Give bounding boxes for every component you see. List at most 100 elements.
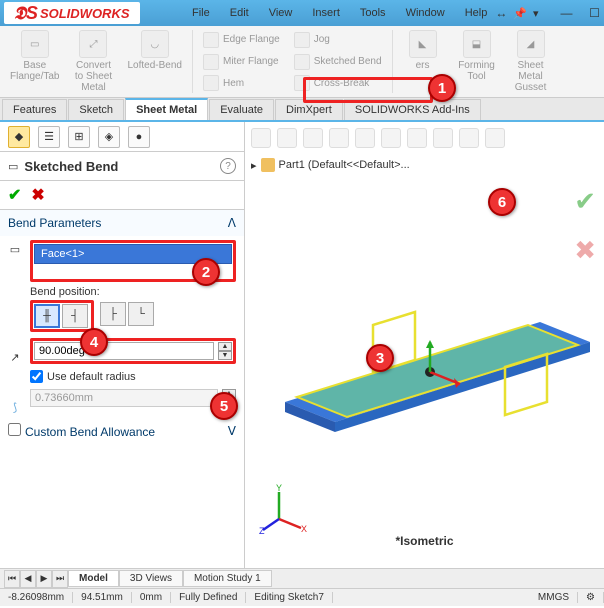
tab-scroll-next[interactable]: ▶ <box>36 570 52 588</box>
status-z: 0mm <box>132 592 171 603</box>
confirm-row: ✔ ✖ <box>0 181 244 210</box>
tab-sketch[interactable]: Sketch <box>68 99 124 120</box>
viewport-toolbar <box>245 122 604 154</box>
tab-scroll-first[interactable]: ⏮ <box>4 570 20 588</box>
app-logo: 𝕯S SOLIDWORKS <box>4 2 140 24</box>
ribbon-label: Convert to Sheet Metal <box>75 60 112 93</box>
convert-icon: ⤢ <box>79 30 107 58</box>
bend-radius-input <box>30 389 218 407</box>
bottom-tab-strip: ⏮ ◀ ▶ ⏭ Model 3D Views Motion Study 1 <box>0 568 604 588</box>
bottom-tab-model[interactable]: Model <box>68 570 119 587</box>
lofted-icon: ◡ <box>141 30 169 58</box>
hem-icon <box>203 75 219 91</box>
callout-3: 3 <box>366 344 394 372</box>
feature-tree[interactable]: ▸ Part1 (Default<<Default>... <box>251 158 410 172</box>
cancel-button[interactable]: ✖ <box>31 185 44 205</box>
custom-allowance-header[interactable]: Custom Bend Allowance ᐯ <box>0 417 244 445</box>
menu-window[interactable]: Window <box>398 5 453 21</box>
angle-icon: ↗ <box>6 348 24 366</box>
ribbon-label: Sheet Metal Gusset <box>515 60 547 93</box>
menu-help[interactable]: Help <box>457 5 496 21</box>
ribbon-lofted[interactable]: ◡ Lofted-Bend <box>123 30 186 93</box>
ribbon-miter-flange[interactable]: Miter Flange <box>199 52 284 72</box>
tab-sheet-metal[interactable]: Sheet Metal <box>125 98 208 120</box>
panel-tab-render[interactable]: ● <box>128 126 150 148</box>
bend-pos-centerline[interactable]: ╫ <box>34 304 60 328</box>
tab-features[interactable]: Features <box>2 99 67 120</box>
maximize-button[interactable]: ☐ <box>581 3 604 23</box>
minimize-button[interactable]: — <box>553 3 581 23</box>
face-select-icon[interactable]: ▭ <box>6 240 24 258</box>
ribbon-convert[interactable]: ⤢ Convert to Sheet Metal <box>69 30 117 93</box>
svg-text:Y: Y <box>276 484 282 493</box>
panel-tab-display[interactable]: ⊞ <box>68 126 90 148</box>
zoom-area-icon[interactable] <box>277 128 297 148</box>
tab-dimxpert[interactable]: DimXpert <box>275 99 343 120</box>
tab-scroll-prev[interactable]: ◀ <box>20 570 36 588</box>
status-x: -8.26098mm <box>0 592 73 603</box>
menu-file[interactable]: File <box>184 5 218 21</box>
view-triad[interactable]: Y X Z <box>259 484 309 534</box>
app-name: SOLIDWORKS <box>40 6 130 21</box>
miter-flange-icon <box>203 54 219 70</box>
bend-pos-material-in[interactable]: ┤ <box>62 304 88 328</box>
ribbon-forming[interactable]: ⬓ Forming Tool <box>453 30 501 93</box>
titlebar-right: ↔ 📌 ▾ — ☐ ✕ <box>495 3 604 23</box>
callout-2: 2 <box>192 258 220 286</box>
tree-part-name[interactable]: Part1 (Default<<Default>... <box>279 159 410 171</box>
logo-s-icon: 𝕯S <box>14 3 38 24</box>
expand-arrow-icon[interactable]: ↔ <box>495 6 507 20</box>
ribbon-jog[interactable]: Jog <box>290 30 386 50</box>
ribbon-cross-break[interactable]: Cross-Break <box>290 73 386 93</box>
appearance-icon[interactable] <box>459 128 479 148</box>
ribbon-edge-flange[interactable]: Edge Flange <box>199 30 284 50</box>
hide-show-icon[interactable] <box>407 128 427 148</box>
angle-up[interactable]: ▲ <box>218 342 232 351</box>
ribbon-sketched-bend[interactable]: Sketched Bend <box>290 52 386 72</box>
bend-pos-outside[interactable]: └ <box>128 302 154 326</box>
panel-tab-config[interactable]: ☰ <box>38 126 60 148</box>
tab-scroll-last[interactable]: ⏭ <box>52 570 68 588</box>
tab-evaluate[interactable]: Evaluate <box>209 99 274 120</box>
custom-allowance-checkbox[interactable] <box>8 423 21 436</box>
bend-pos-material-out[interactable]: ├ <box>100 302 126 326</box>
ok-button[interactable]: ✔ <box>8 185 21 205</box>
menu-tools[interactable]: Tools <box>352 5 394 21</box>
status-defined: Fully Defined <box>171 592 246 603</box>
prev-view-icon[interactable] <box>303 128 323 148</box>
menu-view[interactable]: View <box>261 5 301 21</box>
tab-addins[interactable]: SOLIDWORKS Add-Ins <box>344 99 481 120</box>
bend-params-header[interactable]: Bend Parameters ᐱ <box>0 210 244 236</box>
ribbon-gusset[interactable]: ◢ Sheet Metal Gusset <box>507 30 555 93</box>
ribbon-hem[interactable]: Hem <box>199 73 284 93</box>
use-default-radius-checkbox[interactable] <box>30 370 43 383</box>
edge-flange-icon <box>203 32 219 48</box>
bottom-tab-motion[interactable]: Motion Study 1 <box>183 570 272 587</box>
view-orient-icon[interactable] <box>355 128 375 148</box>
dropdown-icon[interactable]: ▾ <box>533 7 539 20</box>
panel-title: Sketched Bend <box>24 159 214 174</box>
angle-down[interactable]: ▼ <box>218 351 232 360</box>
pin-icon[interactable]: 📌 <box>513 7 527 20</box>
bottom-tab-3dviews[interactable]: 3D Views <box>119 570 183 587</box>
zoom-fit-icon[interactable] <box>251 128 271 148</box>
tree-expand-icon[interactable]: ▸ <box>251 159 257 172</box>
section-view-icon[interactable] <box>329 128 349 148</box>
jog-icon <box>294 32 310 48</box>
ribbon-label: Lofted-Bend <box>127 60 182 71</box>
panel-tab-feature[interactable]: ◆ <box>8 126 30 148</box>
ribbon-label: Base Flange/Tab <box>10 60 59 82</box>
scene-icon[interactable] <box>433 128 453 148</box>
menu-insert[interactable]: Insert <box>304 5 348 21</box>
render-icon[interactable] <box>485 128 505 148</box>
bend-angle-input[interactable] <box>34 342 214 360</box>
viewport[interactable]: ▸ Part1 (Default<<Default>... ✔ ✖ <box>245 122 604 568</box>
cross-break-icon <box>294 75 310 91</box>
display-style-icon[interactable] <box>381 128 401 148</box>
status-gear-icon[interactable]: ⚙ <box>578 592 604 603</box>
help-icon[interactable]: ? <box>220 158 236 174</box>
status-units[interactable]: MMGS <box>530 592 578 603</box>
menu-edit[interactable]: Edit <box>222 5 257 21</box>
ribbon-base-flange[interactable]: ▭ Base Flange/Tab <box>6 30 63 93</box>
panel-tab-appearance[interactable]: ◈ <box>98 126 120 148</box>
